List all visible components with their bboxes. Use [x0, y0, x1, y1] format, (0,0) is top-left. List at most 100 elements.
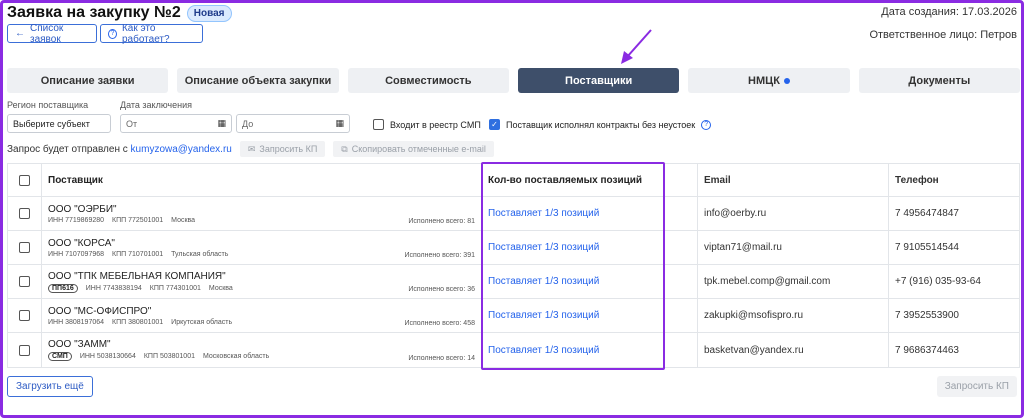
row-checkbox[interactable] — [19, 276, 30, 287]
header-email: Email — [697, 164, 888, 196]
region-select-value: Выберите субъект — [13, 118, 90, 129]
inn: ИНН 5038130664 — [79, 353, 136, 360]
supplier-name[interactable]: ООО "ЗАММ" — [48, 339, 475, 350]
kpp: КПП 772501001 — [112, 216, 164, 224]
email-cell: zakupki@msofispro.ru — [697, 299, 888, 332]
request-text-label: Запрос будет отправлен с — [7, 143, 128, 155]
positions-cell: Поставляет 1/3 позиций — [481, 231, 697, 264]
responsible-person: Ответственное лицо: Петров — [869, 29, 1017, 41]
kpp: КПП 503801001 — [143, 353, 195, 360]
positions-link[interactable]: Поставляет 1/3 позиций — [488, 242, 599, 253]
date-to-input[interactable]: До ▦ — [236, 114, 350, 133]
region-label: Регион поставщика — [7, 100, 89, 110]
contracts-done: Исполнено всего: 458 — [404, 320, 475, 327]
checkbox-checked-icon[interactable]: ✓ — [489, 119, 500, 130]
phone-cell: 7 9105514544 — [888, 231, 1019, 264]
title-row: Заявка на закупку №2 Новая — [7, 4, 232, 22]
how-it-works-button[interactable]: ? Как это работает? — [100, 22, 203, 45]
table-row: ООО "ЗАММ" СМП ИНН 5038130664 КПП 50380100… — [8, 333, 1019, 367]
contracts-done: Исполнено всего: 391 — [404, 252, 475, 259]
table-row: ООО "ТПК МЕБЕЛЬНАЯ КОМПАНИЯ" ПП616 ИНН 77… — [8, 265, 1019, 299]
supplier-cell: ООО "КОРСА" ИНН 7107097968 КПП 710701001 Т… — [41, 231, 481, 264]
tab-label: Описание объекта закупки — [184, 74, 332, 87]
tab-suppliers[interactable]: Поставщики — [517, 68, 680, 93]
back-to-list-button[interactable]: ← Список заявок — [7, 22, 97, 45]
supplier-cell: ООО "ТПК МЕБЕЛЬНАЯ КОМПАНИЯ" ПП616 ИНН 77… — [41, 265, 481, 298]
select-all-checkbox[interactable] — [19, 174, 30, 186]
positions-link[interactable]: Поставляет 1/3 позиций — [488, 208, 599, 219]
table-row: ООО "МС-ОФИСПРО" ИНН 3808197064 КПП 38080… — [8, 299, 1019, 333]
date-to-placeholder: До — [242, 118, 254, 129]
phone-cell: 7 3952553900 — [888, 299, 1019, 332]
footer-request-kp-button[interactable]: Запросить КП — [936, 376, 1017, 397]
positions-cell: Поставляет 1/3 позиций — [481, 197, 697, 230]
contracts-done: Исполнено всего: 14 — [408, 355, 475, 362]
load-more-button[interactable]: Загрузить ещё — [7, 376, 93, 397]
supplier-name[interactable]: ООО "МС-ОФИСПРО" — [48, 306, 475, 317]
supplier-name[interactable]: ООО "ТПК МЕБЕЛЬНАЯ КОМПАНИЯ" — [48, 271, 475, 282]
supplier-tag-badge: ПП616 — [48, 283, 78, 293]
smp-checkbox[interactable]: Входит в реестр СМП — [373, 119, 481, 130]
positions-link[interactable]: Поставляет 1/3 позиций — [488, 345, 599, 356]
supplier-tag-badge: СМП — [48, 352, 72, 361]
inn: ИНН 3808197064 — [48, 318, 105, 326]
tab-label: Документы — [908, 74, 971, 87]
request-row: Запрос будет отправлен с kumyzowa@yandex… — [7, 141, 494, 157]
inn: ИНН 7719869280 — [48, 216, 105, 224]
supplier-name[interactable]: ООО "КОРСА" — [48, 238, 475, 249]
no-penalty-checkbox[interactable]: ✓ Поставщик исполнял контракты без неуст… — [489, 119, 712, 130]
copy-email-button[interactable]: ⧉ Скопировать отмеченные e-mail — [333, 141, 494, 157]
tab-label: Поставщики — [565, 74, 633, 87]
tab-nmck[interactable]: НМЦК — [688, 68, 850, 93]
request-text: Запрос будет отправлен с kumyzowa@yandex… — [7, 144, 232, 155]
region: Иркутская область — [171, 318, 233, 326]
table-row: ООО "КОРСА" ИНН 7107097968 КПП 710701001 Т… — [8, 231, 1019, 265]
help-icon[interactable]: ? — [701, 119, 712, 130]
region-select[interactable]: Выберите субъект — [7, 114, 111, 133]
email-cell: info@oerby.ru — [697, 197, 888, 230]
tab-documents[interactable]: Документы — [858, 68, 1020, 93]
date-from-input[interactable]: От ▦ — [120, 114, 232, 133]
row-select-cell — [8, 299, 41, 332]
sender-email-link[interactable]: kumyzowa@yandex.ru — [131, 144, 232, 155]
row-select-cell — [8, 231, 41, 264]
date-from-placeholder: От — [126, 118, 138, 129]
tab-compatibility[interactable]: Совместимость — [347, 68, 509, 93]
positions-link[interactable]: Поставляет 1/3 позиций — [488, 310, 599, 321]
positions-link[interactable]: Поставляет 1/3 позиций — [488, 276, 599, 287]
email-cell: tpk.mebel.comp@gmail.com — [697, 265, 888, 298]
no-penalty-label: Поставщик исполнял контракты без неустое… — [506, 119, 696, 130]
phone-cell: 7 4956474847 — [888, 197, 1019, 230]
header-phone: Телефон — [888, 164, 1019, 196]
kpp: КПП 774301001 — [149, 284, 201, 292]
arrow-left-icon: ← — [15, 28, 25, 39]
question-icon: ? — [108, 28, 117, 39]
row-checkbox[interactable] — [19, 208, 30, 219]
tab-object-description[interactable]: Описание объекта закупки — [177, 68, 339, 93]
positions-cell: Поставляет 1/3 позиций — [481, 333, 697, 367]
tab-request-description[interactable]: Описание заявки — [7, 68, 169, 93]
table-header-row: Поставщик Кол-во поставляемых позиций Em… — [8, 164, 1019, 197]
how-it-works-label: Как это работает? — [121, 22, 170, 45]
row-select-cell — [8, 333, 41, 367]
request-kp-label: Запросить КП — [259, 144, 318, 154]
copy-icon: ⧉ — [341, 143, 348, 154]
inn: ИНН 7743838194 — [85, 284, 142, 292]
calendar-icon: ▦ — [217, 118, 226, 128]
tab-label: Совместимость — [385, 74, 472, 87]
supplier-cell: ООО "ЗАММ" СМП ИНН 5038130664 КПП 50380100… — [41, 333, 481, 367]
checkbox-unchecked-icon[interactable] — [373, 119, 384, 130]
contracts-done: Исполнено всего: 81 — [408, 218, 475, 225]
request-kp-button[interactable]: ✉ Запросить КП — [239, 141, 326, 157]
row-checkbox[interactable] — [19, 344, 30, 356]
suppliers-table: Поставщик Кол-во поставляемых позиций Em… — [7, 163, 1020, 368]
kpp: КПП 710701001 — [112, 250, 164, 258]
supplier-name[interactable]: ООО "ОЭРБИ" — [48, 204, 475, 215]
row-checkbox[interactable] — [19, 310, 30, 321]
back-to-list-label: Список заявок — [30, 22, 64, 45]
region: Москва — [171, 216, 196, 224]
row-checkbox[interactable] — [19, 242, 30, 253]
supplier-cell: ООО "ОЭРБИ" ИНН 7719869280 КПП 772501001 М… — [41, 197, 481, 230]
phone-cell: 7 9686374463 — [888, 333, 1019, 367]
tab-label: Описание заявки — [40, 74, 135, 87]
